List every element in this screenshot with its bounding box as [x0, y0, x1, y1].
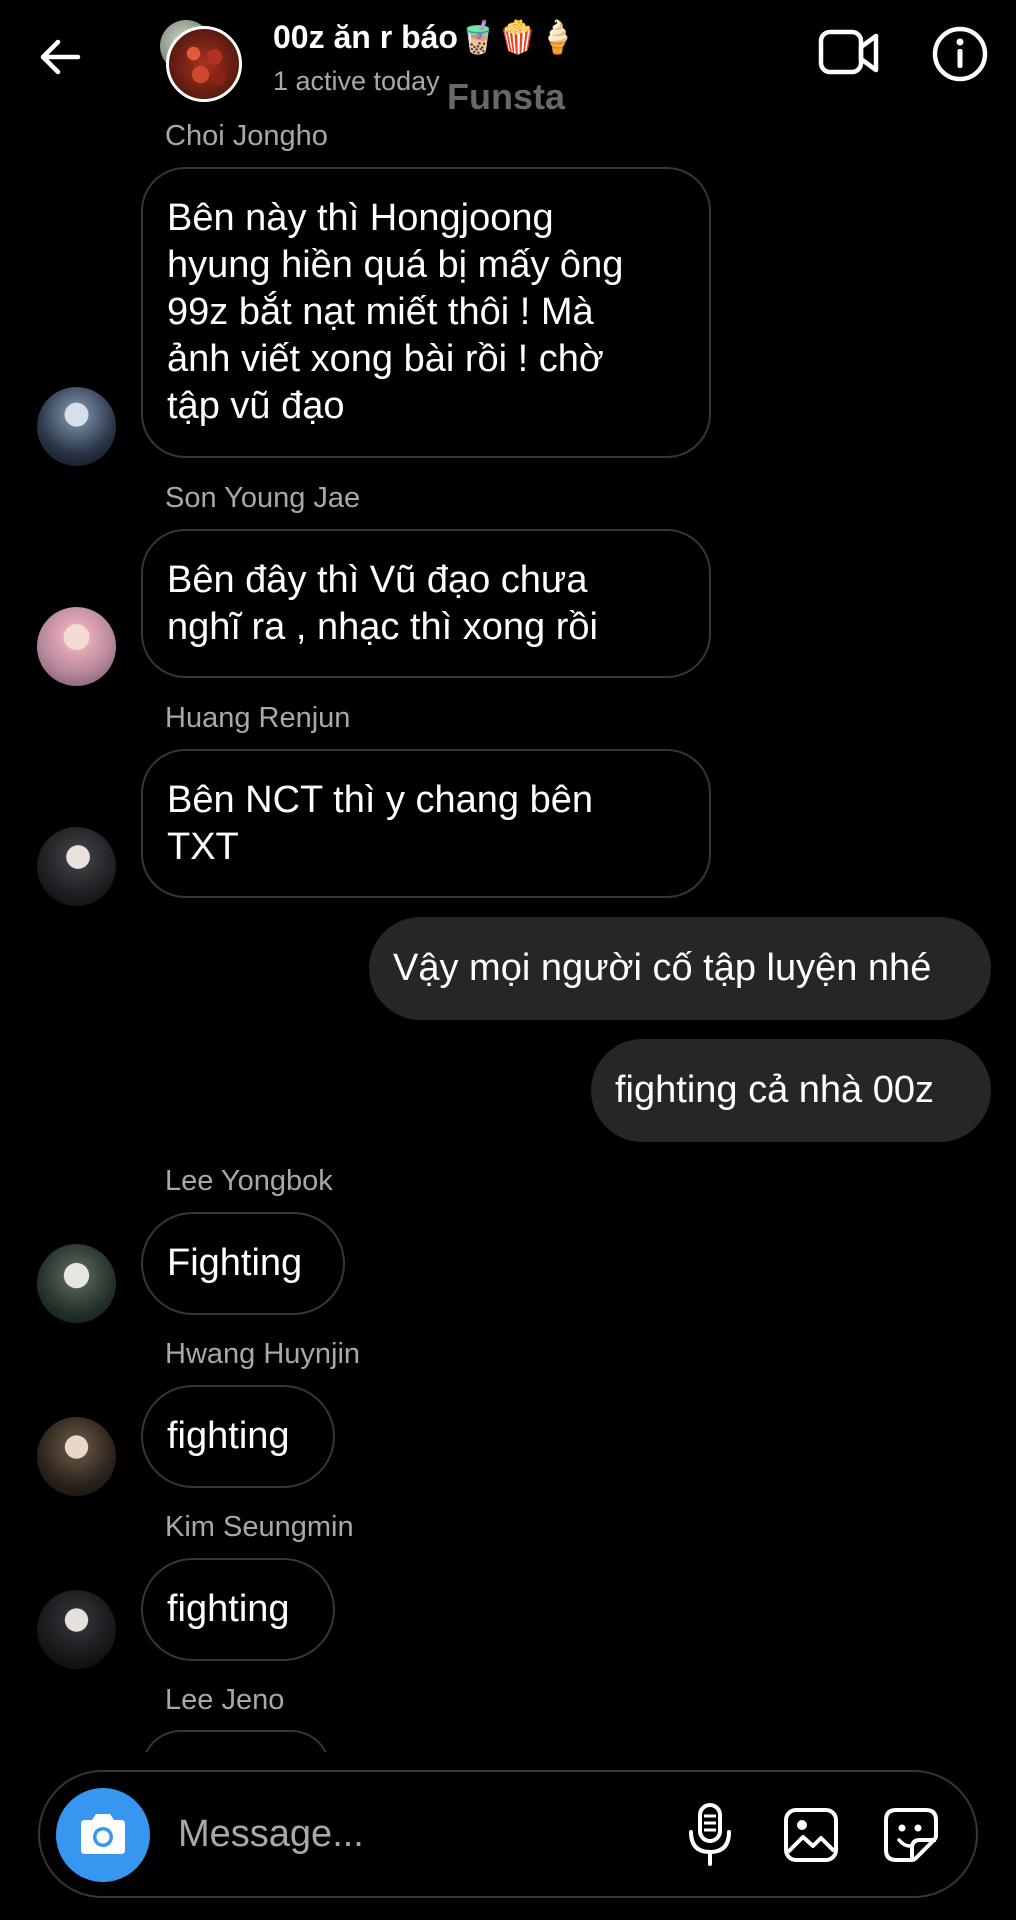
incoming-message-bubble[interactable]: Bên này thì Hongjoong hyung hiền quá bị … — [141, 167, 711, 458]
sender-name: Huang Renjun — [165, 702, 351, 734]
active-status: 1 active today — [273, 66, 440, 96]
outgoing-message-bubble[interactable]: Vậy mọi người cố tập luyện nhé — [369, 917, 991, 1020]
image-gallery-icon — [784, 1808, 838, 1862]
voice-message-button[interactable] — [680, 1802, 740, 1868]
group-avatar-primary — [166, 26, 242, 102]
avatar[interactable] — [37, 1244, 116, 1323]
arrow-left-icon — [40, 39, 81, 75]
avatar[interactable] — [37, 1417, 116, 1496]
sticker-icon — [884, 1808, 938, 1862]
avatar[interactable] — [37, 1590, 116, 1669]
group-avatar[interactable] — [160, 18, 242, 102]
incoming-message-bubble[interactable]: Bên đây thì Vũ đạo chưa nghĩ ra , nhạc t… — [141, 529, 711, 678]
sender-name: Hwang Huynjin — [165, 1338, 361, 1370]
back-button[interactable] — [36, 32, 86, 82]
video-camera-icon — [818, 29, 879, 75]
sender-name: Lee Jeno — [165, 1684, 285, 1716]
sender-name: Kim Seungmin — [165, 1511, 354, 1543]
camera-button[interactable] — [56, 1788, 150, 1882]
chat-header: 00z ăn r báo🧋🍿🍦 1 active today Funsta — [0, 0, 1016, 117]
message-composer — [38, 1770, 978, 1898]
gallery-button[interactable] — [782, 1806, 840, 1864]
camera-icon — [81, 1814, 125, 1854]
incoming-message-bubble[interactable]: Bên NCT thì y chang bên TXT — [141, 749, 711, 898]
incoming-message-bubble[interactable]: fighting — [141, 1558, 335, 1661]
avatar[interactable] — [37, 827, 116, 906]
microphone-icon — [689, 1803, 731, 1866]
incoming-message-bubble[interactable]: Fighting — [141, 1212, 345, 1315]
info-icon — [932, 26, 988, 82]
sticker-button[interactable] — [882, 1806, 940, 1864]
video-call-button[interactable] — [818, 26, 880, 80]
info-button[interactable] — [932, 26, 988, 82]
sender-name: Lee Yongbok — [165, 1165, 333, 1197]
sender-name: Son Young Jae — [165, 482, 361, 514]
incoming-message-bubble[interactable]: fighting — [141, 1385, 335, 1488]
watermark-text: Funsta — [447, 76, 566, 117]
avatar[interactable] — [37, 387, 116, 466]
outgoing-message-bubble[interactable]: fighting cả nhà 00z — [591, 1039, 991, 1142]
avatar[interactable] — [37, 607, 116, 686]
sender-name: Choi Jongho — [165, 120, 328, 152]
chat-title[interactable]: 00z ăn r báo🧋🍿🍦 — [273, 18, 577, 56]
message-input[interactable] — [178, 1802, 558, 1866]
